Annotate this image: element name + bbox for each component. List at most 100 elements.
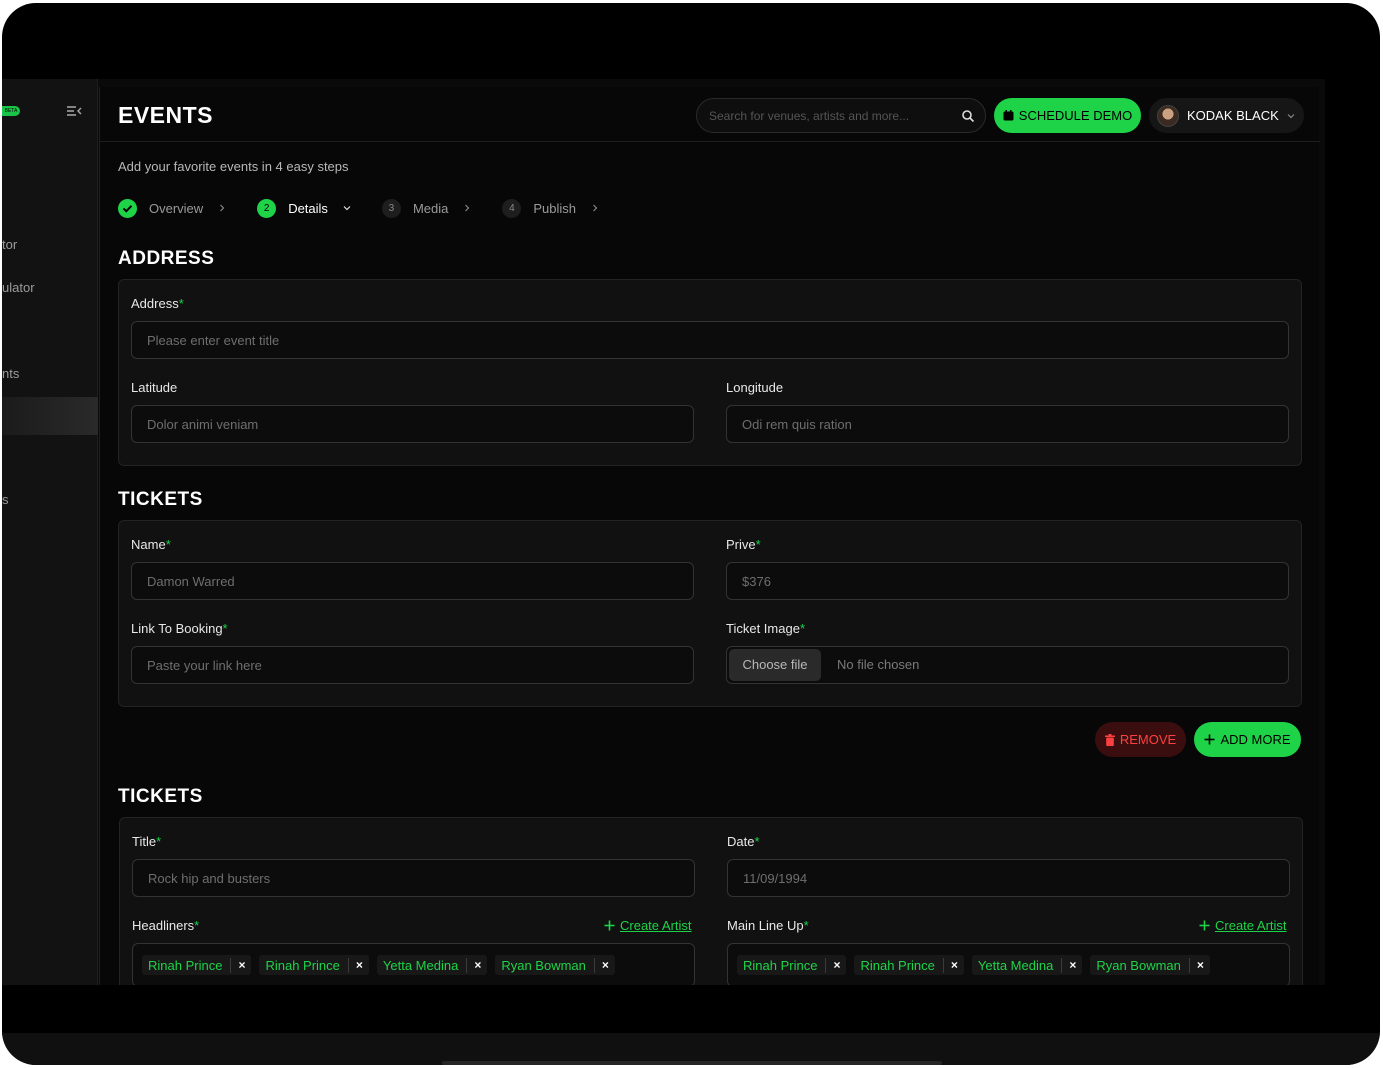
link-label: Link To Booking* xyxy=(131,621,228,636)
tickets-panel: Name* Prive* Link To Booking* Ticket Ima… xyxy=(118,520,1302,707)
name-label: Name* xyxy=(131,537,171,552)
tag-chip: Ryan Bowman × xyxy=(495,955,615,975)
tag-chip: Yetta Medina × xyxy=(376,955,488,975)
remove-button[interactable]: REMOVE xyxy=(1095,722,1186,757)
step-label: Media xyxy=(412,200,449,216)
avatar xyxy=(1157,104,1179,127)
sidebar: BETA tor ulator nts s xyxy=(2,79,98,985)
step-publish[interactable]: 4 Publish xyxy=(502,198,600,218)
user-name: KODAK BLACK xyxy=(1187,108,1279,123)
create-artist-label: Create Artist xyxy=(1215,918,1287,933)
calendar-icon xyxy=(1003,110,1014,121)
address-label: Address* xyxy=(131,296,184,311)
chevron-right-icon xyxy=(220,204,225,212)
add-more-button[interactable]: ADD MORE xyxy=(1194,722,1301,757)
tickets2-section-title: TICKETS xyxy=(118,786,203,807)
date-input[interactable] xyxy=(728,860,1289,896)
price-input[interactable] xyxy=(727,563,1288,599)
sidebar-item-2[interactable]: ulator xyxy=(2,280,35,295)
title-label: Title* xyxy=(132,834,162,849)
tickets-section-title: TICKETS xyxy=(118,489,203,510)
close-icon[interactable]: × xyxy=(231,958,245,972)
tag-label: Rinah Prince xyxy=(148,957,232,973)
create-artist-label: Create Artist xyxy=(620,918,692,933)
close-icon[interactable]: × xyxy=(944,958,958,972)
headliners-label: Headliners* xyxy=(132,918,200,933)
tag-label: Rinah Prince xyxy=(860,957,944,973)
step-label: Overview xyxy=(149,200,204,216)
sidebar-item-3[interactable]: nts xyxy=(2,366,19,381)
check-icon xyxy=(118,198,137,218)
plus-icon xyxy=(604,920,615,931)
tag-label: Ryan Bowman xyxy=(501,957,595,973)
tag-chip: Rinah Prince × xyxy=(854,955,964,975)
trash-icon xyxy=(1104,733,1115,746)
create-artist-link-mainlineup[interactable]: Create Artist xyxy=(1199,918,1287,933)
latitude-field xyxy=(131,405,694,443)
address-panel: Address* Latitude Longitude xyxy=(118,279,1302,466)
step-overview[interactable]: Overview xyxy=(118,198,227,218)
ticket-image-label: Ticket Image* xyxy=(726,621,805,636)
close-icon[interactable]: × xyxy=(595,958,609,972)
longitude-field xyxy=(726,405,1289,443)
tag-chip: Yetta Medina × xyxy=(971,955,1083,975)
close-icon[interactable]: × xyxy=(467,958,481,972)
chevron-down-icon xyxy=(343,206,351,211)
device-frame: BETA tor ulator nts s EVENTS Search for … xyxy=(2,3,1380,1065)
price-label: Prive* xyxy=(726,537,761,552)
step-number: 4 xyxy=(502,198,522,218)
beta-badge: BETA xyxy=(2,106,20,116)
plus-icon xyxy=(1199,920,1210,931)
remove-label: REMOVE xyxy=(1119,732,1177,747)
stepper: Overview 2 Details 3 Media 4 Publish xyxy=(118,197,630,219)
collapse-sidebar-icon[interactable] xyxy=(66,103,82,119)
latitude-label: Latitude xyxy=(131,380,178,395)
mainlineup-tags[interactable]: Rinah Prince × Rinah Prince × Yetta Medina… xyxy=(727,943,1290,985)
user-menu[interactable]: KODAK BLACK xyxy=(1149,98,1304,133)
step-media[interactable]: 3 Media xyxy=(381,198,472,218)
price-field xyxy=(726,562,1289,600)
step-number: 2 xyxy=(257,198,277,218)
schedule-demo-button[interactable]: SCHEDULE DEMO xyxy=(994,98,1141,133)
topbar: EVENTS SCHEDULE DEMO xyxy=(100,87,1320,142)
file-status: No file chosen xyxy=(837,657,920,672)
device-bottom xyxy=(2,1033,1380,1065)
chevron-right-icon xyxy=(465,204,470,212)
search-icon[interactable] xyxy=(961,109,975,123)
close-icon[interactable]: × xyxy=(1062,958,1076,972)
choose-file-button[interactable]: Choose file xyxy=(729,649,821,681)
tag-label: Ryan Bowman xyxy=(1096,957,1190,973)
tag-label: Rinah Prince xyxy=(743,957,827,973)
search-input[interactable] xyxy=(709,99,949,132)
sidebar-item-events-active[interactable] xyxy=(2,397,98,435)
title-field xyxy=(132,859,695,897)
close-icon[interactable]: × xyxy=(1190,958,1204,972)
link-input[interactable] xyxy=(132,647,693,683)
step-details[interactable]: 2 Details xyxy=(257,198,352,218)
main-content: EVENTS SCHEDULE DEMO xyxy=(99,87,1320,985)
page-title: EVENTS xyxy=(118,102,214,128)
sidebar-item-1[interactable]: tor xyxy=(2,237,17,252)
tag-label: Rinah Prince xyxy=(265,957,349,973)
longitude-input[interactable] xyxy=(727,406,1288,442)
tag-chip: Rinah Prince × xyxy=(737,955,847,975)
ticket-image-field: Choose file No file chosen xyxy=(726,646,1289,684)
address-section-title: ADDRESS xyxy=(118,248,215,269)
title-input[interactable] xyxy=(133,860,694,896)
address-input[interactable] xyxy=(132,322,1288,358)
name-input[interactable] xyxy=(132,563,693,599)
search-box xyxy=(696,98,986,133)
headliners-tags[interactable]: Rinah Prince × Rinah Prince × Yetta Medina… xyxy=(132,943,695,985)
close-icon[interactable]: × xyxy=(826,958,840,972)
latitude-input[interactable] xyxy=(132,406,693,442)
close-icon[interactable]: × xyxy=(349,958,363,972)
page-subtitle: Add your favorite events in 4 easy steps xyxy=(118,159,349,174)
sidebar-item-5[interactable]: s xyxy=(2,492,9,507)
device-notch xyxy=(442,1061,942,1065)
create-artist-link-headliners[interactable]: Create Artist xyxy=(604,918,692,933)
tag-chip: Rinah Prince × xyxy=(142,955,252,975)
chevron-down-icon xyxy=(1287,113,1295,118)
name-field xyxy=(131,562,694,600)
add-more-label: ADD MORE xyxy=(1220,732,1291,747)
app-screen: BETA tor ulator nts s EVENTS Search for … xyxy=(2,79,1325,985)
